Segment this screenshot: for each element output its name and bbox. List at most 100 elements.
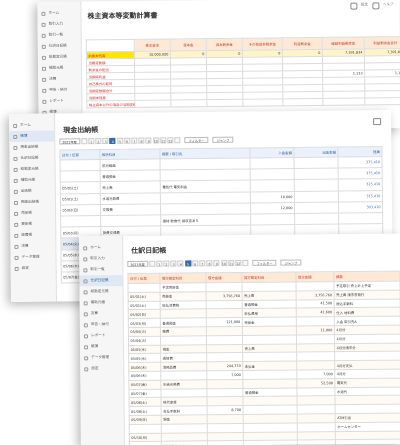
month-tab[interactable]: 2 <box>163 260 170 267</box>
filter-button[interactable]: フィルター <box>252 259 277 266</box>
month-tab[interactable]: 12 <box>167 137 174 144</box>
table-cell <box>294 201 339 214</box>
month-tab[interactable]: 6 <box>192 260 199 267</box>
next-arrow-icon[interactable] <box>242 259 249 266</box>
window-journal: ホーム 取引入力 取引一覧 仕訳日記帳 総勘定元帳補助元帳決算申告・納付レポート帳簿 デー… <box>79 233 400 445</box>
sidebar-item[interactable]: ホーム <box>9 120 54 131</box>
month-tab[interactable]: 1 <box>88 138 95 145</box>
month-tab[interactable]: 4 <box>109 137 116 144</box>
sidebar-item[interactable]: 補助元帳 <box>38 62 81 73</box>
sidebar-item[interactable]: 申告・納付 <box>80 319 123 330</box>
sidebar-item[interactable]: レポート <box>38 95 81 106</box>
year-select[interactable]: 2021年度 <box>127 260 148 267</box>
month-tab[interactable]: 1 <box>156 260 163 267</box>
sidebar-item[interactable]: 取引一覧 <box>79 264 122 275</box>
sidebar-item-label: 買掛帳 <box>21 221 32 226</box>
sidebar-item[interactable]: 取引一覧 <box>38 29 81 40</box>
table-cell: 水道光熱費 <box>160 379 207 389</box>
menu-icon <box>13 123 18 128</box>
month-tab[interactable]: 8 <box>206 260 213 267</box>
month-tab[interactable]: 9 <box>213 260 220 267</box>
sidebar-item[interactable]: 帳簿 <box>80 341 123 352</box>
table-cell <box>160 191 251 204</box>
next-arrow-icon[interactable] <box>174 137 181 144</box>
table-cell <box>60 170 101 183</box>
table-cell <box>206 335 243 345</box>
sidebar-item[interactable]: 取引入力 <box>38 18 81 29</box>
month-tab[interactable]: 5 <box>116 137 123 144</box>
sidebar-item-label: 補助元帳 <box>90 300 106 305</box>
help-icon[interactable] <box>371 2 379 10</box>
month-tab[interactable]: 12 <box>235 259 242 267</box>
month-tab[interactable]: 6 <box>124 137 131 144</box>
sidebar-item[interactable]: ホーム <box>79 242 122 253</box>
month-tab[interactable]: 3 <box>170 260 177 267</box>
sidebar-item[interactable]: 総勘定元帳 <box>38 51 81 62</box>
sidebar-item-label: レポート <box>90 333 106 338</box>
sidebar-item[interactable]: 買掛帳 <box>10 219 55 230</box>
sidebar-item[interactable]: 仕訳日記帳 <box>79 275 123 287</box>
table-cell <box>100 214 161 227</box>
sidebar-item[interactable]: ホーム <box>37 7 80 18</box>
prev-arrow-icon[interactable] <box>80 138 88 145</box>
table-cell: 地代家賃 <box>160 397 208 407</box>
sidebar-item[interactable]: 決算 <box>80 308 123 319</box>
menu-icon <box>13 134 18 139</box>
sidebar-item[interactable]: データ管理 <box>10 252 55 263</box>
sidebar-item[interactable]: レポート <box>80 330 123 341</box>
menu-icon <box>84 355 89 360</box>
settings-icon[interactable] <box>349 2 357 10</box>
month-tab[interactable]: 7 <box>131 137 138 144</box>
sidebar-item[interactable]: 補助元帳 <box>80 297 123 308</box>
table-cell: 05/04(火) <box>128 327 161 337</box>
menu-icon <box>14 266 19 271</box>
sidebar-item[interactable]: 設定 <box>11 263 56 274</box>
month-tab[interactable]: 7 <box>199 260 206 267</box>
table-cell <box>242 98 283 107</box>
month-tab[interactable]: 4 <box>177 260 184 267</box>
sidebar-item[interactable]: 補助元帳 <box>10 175 55 186</box>
sidebar-item[interactable]: 仕訳日記帳 <box>38 40 81 51</box>
sidebar-item[interactable]: データ管理 <box>80 352 123 363</box>
sidebar-item-label: ホーム <box>48 10 60 15</box>
sidebar-item[interactable]: 総勘定元帳 <box>80 286 123 297</box>
column-header <box>86 39 135 52</box>
sidebar-item[interactable]: 決算 <box>38 73 81 84</box>
sidebar-item[interactable]: 帳簿 <box>9 130 55 143</box>
month-tab[interactable]: 3 <box>102 137 109 145</box>
month-tab[interactable]: 11 <box>160 137 167 144</box>
jump-button[interactable]: ジャンプ <box>212 136 234 143</box>
filter-button[interactable]: フィルター <box>184 136 209 144</box>
sidebar-item[interactable]: 現金出納帳 <box>9 142 54 153</box>
table-cell: 05/08(土) <box>129 406 162 416</box>
month-tab[interactable]: 11 <box>228 260 235 267</box>
month-tab[interactable]: 8 <box>138 137 145 144</box>
table-cell <box>250 179 295 192</box>
month-tab[interactable]: 5 <box>184 260 191 267</box>
print-icon[interactable] <box>373 118 382 126</box>
sidebar-item[interactable]: 預金出納帳 <box>10 197 55 208</box>
column-header: 資本金 <box>170 38 207 52</box>
year-select[interactable]: 2021年度 <box>59 138 80 145</box>
sidebar-item[interactable]: 売掛帳 <box>10 208 55 219</box>
sidebar-item[interactable]: 出納帳 <box>10 186 55 197</box>
month-tab[interactable]: 10 <box>220 260 227 267</box>
sidebar-item-label: 決算 <box>90 311 98 316</box>
sidebar-item[interactable]: 取引入力 <box>79 253 122 264</box>
sidebar-item[interactable]: 決算 <box>10 241 55 252</box>
sidebar-item[interactable]: 経費帳 <box>10 230 55 241</box>
prev-arrow-icon[interactable] <box>148 260 156 267</box>
sidebar-item[interactable]: 仕訳日記帳 <box>9 153 54 164</box>
menu-icon <box>84 366 89 371</box>
table-cell: 水道光熱費 <box>100 192 161 205</box>
toolbar-settings[interactable]: 設定 <box>361 2 368 9</box>
sidebar-item-label: 申告・納付 <box>49 87 68 92</box>
month-tab[interactable]: 10 <box>152 137 159 144</box>
jump-button[interactable]: ジャンプ <box>280 259 302 266</box>
sidebar-item[interactable]: 申告・納付 <box>38 84 81 95</box>
toolbar-help[interactable]: ヘルプ <box>383 2 394 9</box>
sidebar-item[interactable]: 設定 <box>80 363 123 374</box>
sidebar-item[interactable]: 総勘定元帳 <box>10 164 55 175</box>
month-tab[interactable]: 9 <box>145 137 152 144</box>
month-tab[interactable]: 2 <box>95 138 102 145</box>
